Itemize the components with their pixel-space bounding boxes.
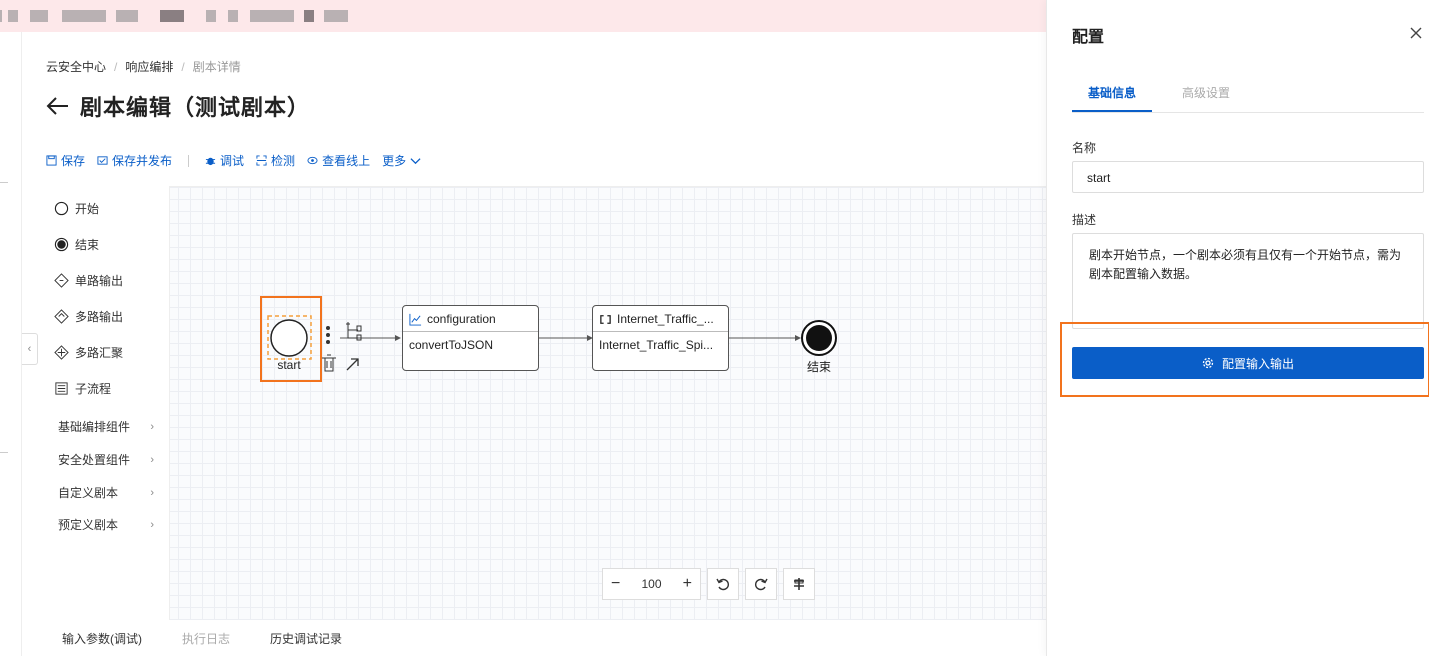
layout-button[interactable] — [783, 568, 815, 600]
start-node-highlight — [260, 296, 322, 382]
redo-icon — [755, 578, 768, 591]
node-body: Internet_Traffic_Spi... — [599, 338, 714, 352]
node-title: Internet_Traffic_... — [617, 312, 714, 326]
line-chart-icon — [409, 313, 422, 326]
zoom-level: 100 — [641, 577, 662, 591]
undo-icon — [716, 578, 729, 591]
trash-icon[interactable] — [322, 354, 336, 372]
node-title: configuration — [427, 312, 496, 326]
panel-title: 配置 — [1072, 29, 1105, 46]
description-field-label: 描述 — [1072, 213, 1097, 227]
redo-button[interactable] — [745, 568, 777, 600]
config-panel: 配置 基础信息 高级设置 名称 start 描述 剧本开始节点，一个剧本必须有且… — [1046, 0, 1429, 656]
link-icon — [600, 314, 611, 324]
more-dots-icon — [326, 326, 330, 330]
tab-exec-log[interactable]: 执行日志 — [182, 630, 230, 647]
end-node-label: 结束 — [806, 360, 831, 374]
flow-node-configuration[interactable]: configuration convertToJSON — [402, 305, 539, 371]
layout-icon — [794, 578, 804, 590]
edge-arrow — [795, 335, 801, 341]
description-textarea[interactable]: 剧本开始节点，一个剧本必须有且仅有一个开始节点，需为剧本配置输入数据。 — [1072, 233, 1424, 329]
zoom-out-button[interactable]: − — [611, 575, 620, 593]
undo-button[interactable] — [707, 568, 739, 600]
node-header: Internet_Traffic_... — [593, 306, 728, 332]
tab-advanced-settings[interactable]: 高级设置 — [1182, 84, 1230, 112]
bottom-tabs: 输入参数(调试) 执行日志 历史调试记录 — [46, 620, 1046, 656]
tab-input-params[interactable]: 输入参数(调试) — [62, 630, 142, 647]
name-field-label: 名称 — [1072, 141, 1097, 155]
tab-history[interactable]: 历史调试记录 — [270, 630, 342, 647]
flow-node-internet-traffic[interactable]: Internet_Traffic_... Internet_Traffic_Sp… — [592, 305, 729, 371]
arrow-up-right-icon[interactable] — [346, 358, 359, 371]
node-body: convertToJSON — [409, 338, 494, 352]
zoom-group: − 100 + — [602, 568, 701, 600]
node-header: configuration — [403, 306, 538, 332]
edge-arrow — [395, 335, 401, 341]
add-branch-icon[interactable] — [346, 322, 362, 341]
zoom-controls: − 100 + — [602, 568, 815, 600]
config-button-highlight — [1060, 322, 1429, 397]
close-icon[interactable] — [1409, 26, 1423, 40]
zoom-in-button[interactable]: + — [683, 575, 692, 593]
name-input[interactable]: start — [1072, 161, 1424, 193]
tab-basic-info[interactable]: 基础信息 — [1072, 84, 1153, 112]
panel-tabs: 基础信息 高级设置 — [1072, 84, 1424, 113]
